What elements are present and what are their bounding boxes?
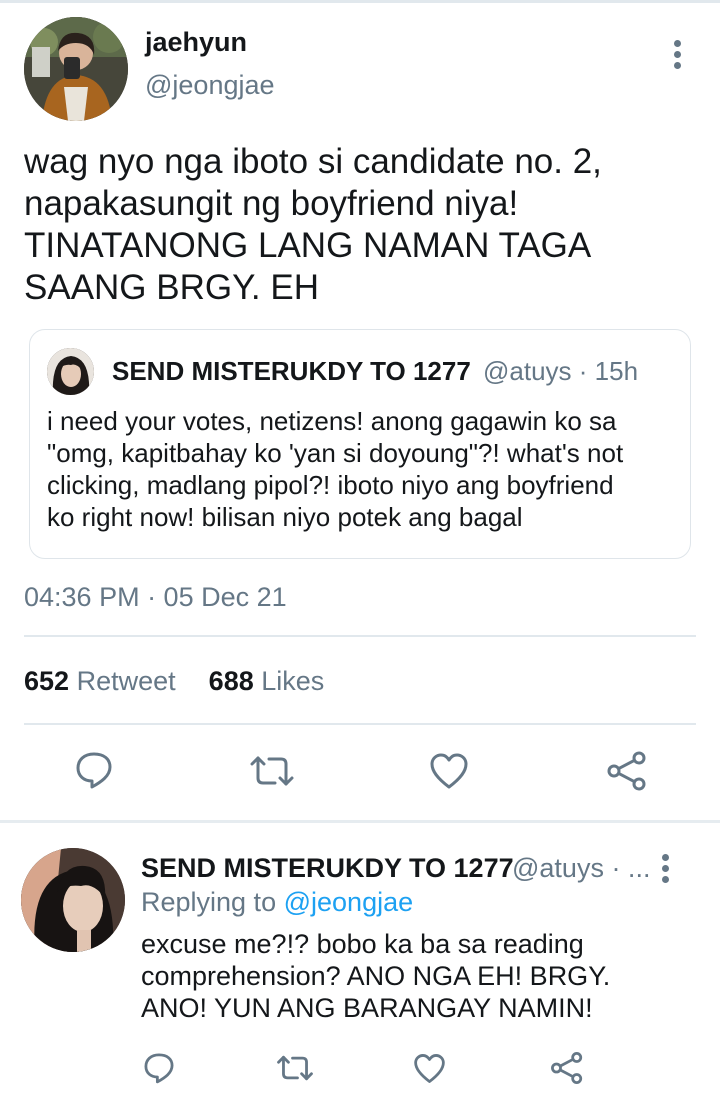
author-name[interactable]: jaehyun: [145, 27, 247, 58]
quoted-text-line: i need your votes, netizens! anong gagaw…: [47, 406, 617, 436]
reply-handle-time[interactable]: @atuys · ...: [512, 853, 650, 884]
quoted-handle-time: @atuys · 15h: [483, 356, 639, 386]
likes-label[interactable]: Likes: [261, 666, 324, 696]
replying-to: Replying to @jeongjae: [141, 887, 413, 918]
quoted-text-line: "omg, kapitbahay ko 'yan si doyoung"?! w…: [47, 438, 624, 468]
author-avatar[interactable]: [24, 17, 128, 121]
tweet-text-line: SAANG BRGY. EH: [24, 268, 320, 307]
tweet-text-line: napakasungit ng boyfriend niya!: [24, 184, 519, 223]
share-icon[interactable]: [606, 750, 648, 792]
quoted-author-name: SEND MISTERUKDY TO 1277: [112, 356, 471, 386]
retweet-icon[interactable]: [276, 1054, 314, 1082]
reply-text-line: excuse me?!? bobo ka ba sa reading: [141, 929, 584, 959]
main-tweet: jaehyun @jeongjae wag nyo nga iboto si c…: [0, 0, 720, 820]
like-icon[interactable]: [413, 1053, 446, 1084]
replying-to-label: Replying to: [141, 887, 277, 917]
tweet-separator: [0, 820, 720, 823]
tweet-text-line: TINATANONG LANG NAMAN TAGA: [24, 226, 592, 265]
reply-icon[interactable]: [143, 1050, 175, 1086]
reply-author-avatar[interactable]: [21, 848, 125, 952]
replying-to-handle[interactable]: @jeongjae: [284, 887, 414, 917]
reply-text-line: ANO! YUN ANG BARANGAY NAMIN!: [141, 993, 593, 1023]
divider: [24, 635, 696, 637]
reply-author-name[interactable]: SEND MISTERUKDY TO 1277: [141, 853, 514, 884]
quoted-text: i need your votes, netizens! anong gagaw…: [47, 405, 687, 533]
retweet-count[interactable]: 652: [24, 666, 69, 696]
reply-text: excuse me?!? bobo ka ba sa reading compr…: [141, 928, 711, 1024]
quoted-author-avatar: [47, 348, 94, 395]
reply-text-line: comprehension? ANO NGA EH! BRGY.: [141, 961, 611, 991]
quoted-text-line: clicking, madlang pipol?! iboto niyo ang…: [47, 470, 614, 500]
quoted-text-line: ko right now! bilisan niyo potek ang bag…: [47, 502, 523, 532]
author-handle[interactable]: @jeongjae: [145, 70, 275, 101]
tweet-timestamp: 04:36 PM · 05 Dec 21: [24, 582, 287, 612]
like-icon[interactable]: [429, 752, 469, 790]
reply-icon[interactable]: [75, 748, 113, 792]
divider: [24, 723, 696, 725]
retweet-label[interactable]: Retweet: [77, 666, 176, 696]
quoted-tweet[interactable]: SEND MISTERUKDY TO 1277 @atuys · 15h i n…: [29, 329, 691, 559]
retweet-icon[interactable]: [249, 754, 295, 788]
more-options-icon[interactable]: [662, 854, 672, 887]
more-options-icon[interactable]: [674, 40, 684, 73]
tweet-text-line: wag nyo nga iboto si candidate no. 2,: [24, 142, 602, 181]
share-icon[interactable]: [550, 1051, 584, 1085]
tweet-text: wag nyo nga iboto si candidate no. 2, na…: [24, 141, 694, 309]
likes-count[interactable]: 688: [209, 666, 254, 696]
tweet-stats: 652 Retweet 688 Likes: [24, 666, 324, 697]
